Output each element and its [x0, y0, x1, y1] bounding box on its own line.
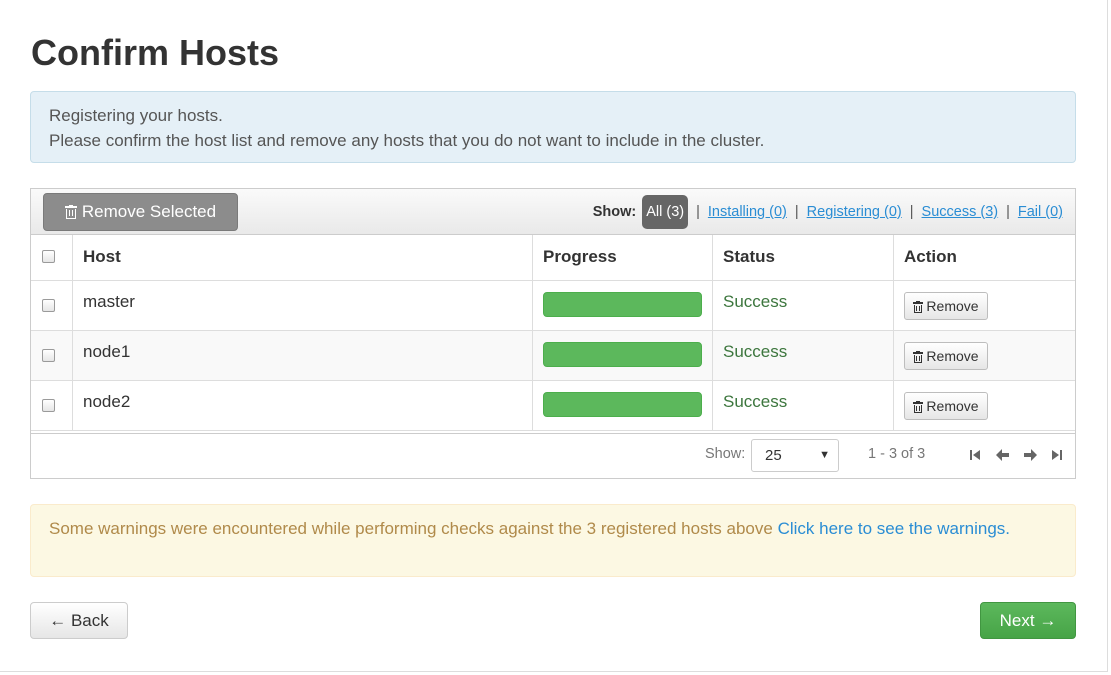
- select-all-checkbox[interactable]: [42, 250, 55, 263]
- host-name: node2: [73, 381, 533, 431]
- table-row: master Success Remove: [31, 281, 1075, 331]
- filter-separator: |: [794, 204, 799, 220]
- remove-host-button[interactable]: Remove: [904, 342, 988, 370]
- caret-down-icon: ▼: [819, 449, 830, 461]
- warning-text: Some warnings were encountered while per…: [49, 519, 778, 538]
- row-checkbox[interactable]: [42, 399, 55, 412]
- filter-fail[interactable]: Fail (0): [1018, 204, 1063, 220]
- page-border: [0, 671, 1108, 672]
- row-checkbox-cell: [31, 331, 73, 381]
- row-checkbox-cell: [31, 381, 73, 431]
- warning-alert: Some warnings were encountered while per…: [30, 504, 1076, 577]
- column-header-status[interactable]: Status: [713, 235, 894, 281]
- remove-label: Remove: [926, 398, 979, 414]
- back-button[interactable]: ← Back: [30, 602, 128, 639]
- pager-range: 1 - 3 of 3: [868, 446, 926, 462]
- filter-installing[interactable]: Installing (0): [708, 204, 787, 220]
- host-status[interactable]: Success: [713, 281, 894, 331]
- progress-bar: [543, 292, 702, 317]
- filter-success[interactable]: Success (3): [922, 204, 999, 220]
- progress-bar: [543, 392, 702, 417]
- trash-icon: [913, 400, 924, 413]
- page-title: Confirm Hosts: [31, 32, 280, 73]
- progress-cell: [533, 331, 713, 381]
- header-checkbox-cell: [31, 235, 73, 281]
- table-row: node2 Success Remove: [31, 381, 1075, 431]
- remove-label: Remove: [926, 298, 979, 314]
- info-line: Registering your hosts.: [49, 106, 223, 125]
- row-checkbox-cell: [31, 281, 73, 331]
- next-button[interactable]: Next →: [980, 602, 1076, 639]
- trash-icon: [64, 205, 77, 219]
- host-name: master: [73, 281, 533, 331]
- warnings-link[interactable]: Click here to see the warnings.: [778, 519, 1010, 538]
- trash-icon: [913, 300, 924, 313]
- action-cell: Remove: [894, 331, 1075, 381]
- table-row: node1 Success Remove: [31, 331, 1075, 381]
- next-page-icon[interactable]: [1023, 448, 1037, 462]
- host-status[interactable]: Success: [713, 381, 894, 431]
- hosts-panel: Remove Selected Show: All (3) | Installi…: [30, 188, 1076, 479]
- remove-label: Remove: [926, 348, 979, 364]
- info-alert: Registering your hosts. Please confirm t…: [30, 91, 1076, 163]
- remove-host-button[interactable]: Remove: [904, 292, 988, 320]
- progress-cell: [533, 281, 713, 331]
- row-checkbox[interactable]: [42, 299, 55, 312]
- filter-all[interactable]: All (3): [642, 195, 689, 229]
- pager-show-label: Show:: [705, 446, 746, 462]
- info-line: Please confirm the host list and remove …: [49, 131, 765, 150]
- column-header-progress: Progress: [533, 235, 713, 281]
- filter-separator: |: [696, 204, 700, 220]
- page-border: [1107, 0, 1108, 672]
- column-header-action: Action: [904, 247, 957, 266]
- host-status[interactable]: Success: [713, 331, 894, 381]
- column-header-host[interactable]: Host: [73, 235, 533, 281]
- page-size-select[interactable]: 25 ▼: [751, 439, 839, 472]
- row-checkbox[interactable]: [42, 349, 55, 362]
- status-filter: Show: All (3) | Installing (0) | Registe…: [593, 195, 1063, 229]
- progress-bar: [543, 342, 702, 367]
- trash-icon: [913, 350, 924, 363]
- first-page-icon[interactable]: [968, 448, 982, 462]
- remove-selected-label: Remove Selected: [81, 202, 217, 221]
- filter-separator: |: [1006, 204, 1010, 220]
- filter-separator: |: [909, 204, 914, 220]
- host-name: node1: [73, 331, 533, 381]
- page-size-value: 25: [765, 447, 782, 464]
- table-header-row: Host Progress Status Action: [31, 235, 1075, 281]
- previous-page-icon[interactable]: [995, 448, 1009, 462]
- progress-cell: [533, 381, 713, 431]
- filter-registering[interactable]: Registering (0): [807, 204, 902, 220]
- last-page-icon[interactable]: [1050, 448, 1064, 462]
- remove-selected-button[interactable]: Remove Selected: [43, 193, 238, 231]
- action-cell: Remove: [894, 381, 1075, 431]
- filter-show-label: Show:: [592, 204, 637, 220]
- hosts-toolbar: Remove Selected Show: All (3) | Installi…: [31, 189, 1075, 235]
- action-cell: Remove: [894, 281, 1075, 331]
- table-pager: Show: 25 ▼ 1 - 3 of 3: [31, 433, 1075, 478]
- remove-host-button[interactable]: Remove: [904, 392, 988, 420]
